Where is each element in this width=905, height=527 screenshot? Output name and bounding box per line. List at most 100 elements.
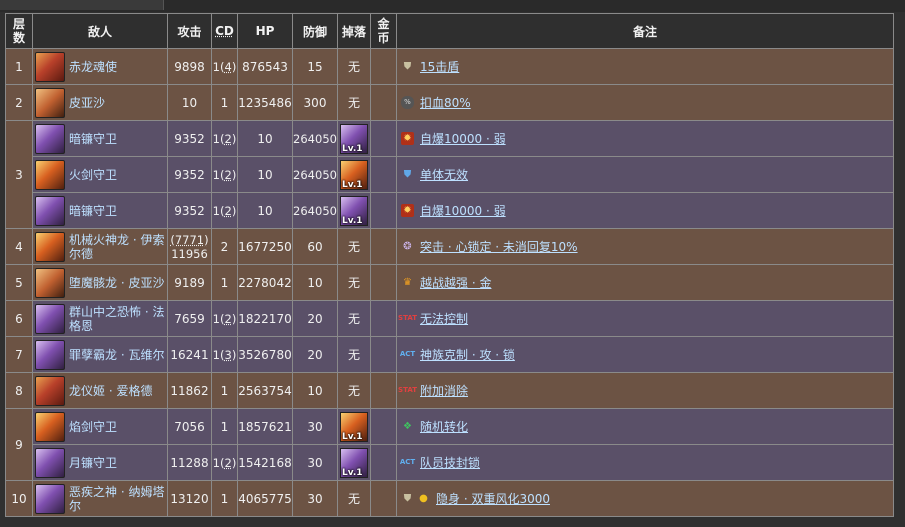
drop-cell[interactable]: Lv.1 [337,156,371,193]
enemy-portrait[interactable] [35,123,65,154]
enemy-portrait[interactable] [35,411,65,442]
enemy-cell[interactable]: 月镰守卫 [32,444,168,481]
drop-card-icon[interactable]: Lv.1 [340,123,368,154]
drop-card-icon[interactable]: Lv.1 [340,195,368,226]
floor-cell: 8 [5,372,33,409]
table-row: 1 赤龙魂使 9898 1(4) 876543 15 无 ⛊ 15击盾 [5,48,894,85]
note-cell: ⛊ 单体无效 [396,156,894,193]
random-icon: ❖ [403,421,412,432]
note-cell: ✹ 自爆10000 · 弱 [396,120,894,157]
shield-icon: ⛊ [403,493,412,504]
top-tab[interactable] [0,0,164,10]
note-link[interactable]: 突击 · 心锁定 · 未消回复10% [420,238,578,255]
gold-orb-icon: ● [419,493,428,504]
note-cell: ⛊ ● 隐身 · 双重风化3000 [396,480,894,517]
drop-cell[interactable]: Lv.1 [337,192,371,229]
hp-cell: 1677250 [237,228,293,265]
table-row: 2 皮亚沙 10 1 1235486 300 无 % 扣血80% [5,84,894,121]
enemy-cell[interactable]: 群山中之恐怖 · 法格恩 [32,300,168,337]
top-tab-strip [0,0,905,12]
header-hp: HP [237,13,293,49]
enemy-name-link[interactable]: 月镰守卫 [69,456,117,470]
hp-cell: 2563754 [237,372,293,409]
hp-cell: 10 [237,120,293,157]
enemy-name-link[interactable]: 龙仪姬 · 爱格德 [69,384,152,398]
drop-cell: 无 [337,84,371,121]
floor-cell: 6 [5,300,33,337]
enemy-name-link[interactable]: 焰剑守卫 [69,420,117,434]
enemy-cell[interactable]: 龙仪姬 · 爱格德 [32,372,168,409]
enemy-name-link[interactable]: 机械火神龙 · 伊索尔德 [69,233,167,261]
drop-card-icon[interactable]: Lv.1 [340,159,368,190]
note-link[interactable]: 扣血80% [420,94,471,111]
enemy-name-link[interactable]: 火剑守卫 [69,168,117,182]
attack-cell: 13120 [167,480,212,517]
drop-cell[interactable]: Lv.1 [337,444,371,481]
hp-cell: 1857621 [237,408,293,445]
enemy-cell[interactable]: 赤龙魂使 [32,48,168,85]
enemy-cell[interactable]: 暗镰守卫 [32,192,168,229]
enemy-name-link[interactable]: 罪孽霸龙 · 瓦维尔 [69,348,164,362]
gold-cell [370,84,397,121]
enemy-name-link[interactable]: 群山中之恐怖 · 法格恩 [69,305,167,333]
note-link[interactable]: 自爆10000 · 弱 [420,130,506,147]
drop-card-icon[interactable]: Lv.1 [340,447,368,478]
note-link[interactable]: 附加消除 [420,382,468,399]
note-link[interactable]: 队员技封锁 [420,454,480,471]
enemy-name-link[interactable]: 皮亚沙 [69,96,105,110]
note-link[interactable]: 随机转化 [420,418,468,435]
enemy-cell[interactable]: 皮亚沙 [32,84,168,121]
bomb-icon: ✹ [401,204,414,217]
enemy-cell[interactable]: 罪孽霸龙 · 瓦维尔 [32,336,168,373]
enemy-cell[interactable]: 机械火神龙 · 伊索尔德 [32,228,168,265]
enemy-cell[interactable]: 焰剑守卫 [32,408,168,445]
note-link[interactable]: 无法控制 [420,310,468,327]
defense-cell: 264050 [292,192,338,229]
attack-cell: 7056 [167,408,212,445]
enemy-portrait[interactable] [35,483,65,514]
note-link[interactable]: 越战越强 · 金 [420,274,491,291]
note-cell: STAT 无法控制 [396,300,894,337]
enemy-cell[interactable]: 堕魔骸龙 · 皮亚沙 [32,264,168,301]
defense-cell: 30 [292,480,338,517]
enemy-cell[interactable]: 暗镰守卫 [32,120,168,157]
drop-cell[interactable]: Lv.1 [337,408,371,445]
floor-cell: 3 [5,120,33,229]
note-link[interactable]: 神族克制 · 攻 · 锁 [420,346,515,363]
enemy-portrait[interactable] [35,231,65,262]
note-link[interactable]: 单体无效 [420,166,468,183]
enemy-name-link[interactable]: 堕魔骸龙 · 皮亚沙 [69,276,164,290]
cd-cell: 1 [211,480,238,517]
stat-icon: STAT [398,386,417,394]
enemy-cell[interactable]: 火剑守卫 [32,156,168,193]
enemy-portrait[interactable] [35,159,65,190]
enemy-name-link[interactable]: 恶疾之神 · 纳姆塔尔 [69,485,167,513]
enemy-name-link[interactable]: 赤龙魂使 [69,60,117,74]
gold-cell [370,480,397,517]
cd-cell: 1 [211,408,238,445]
enemy-portrait[interactable] [35,195,65,226]
gold-cell [370,300,397,337]
drop-card-icon[interactable]: Lv.1 [340,411,368,442]
enemy-portrait[interactable] [35,447,65,478]
hp-cell: 3526780 [237,336,293,373]
cd-cell: 1(4) [211,48,238,85]
enemy-portrait[interactable] [35,375,65,406]
enemy-name-link[interactable]: 暗镰守卫 [69,132,117,146]
enemy-portrait[interactable] [35,303,65,334]
attack-cell: (7771) 11956 [167,228,212,265]
note-link[interactable]: 15击盾 [420,58,459,75]
defense-cell: 10 [292,264,338,301]
attack-cell: 9898 [167,48,212,85]
note-link[interactable]: 隐身 · 双重风化3000 [436,490,550,507]
enemy-name-link[interactable]: 暗镰守卫 [69,204,117,218]
defense-cell: 300 [292,84,338,121]
enemy-portrait[interactable] [35,87,65,118]
shield-icon: ⛊ [403,169,412,180]
enemy-cell[interactable]: 恶疾之神 · 纳姆塔尔 [32,480,168,517]
enemy-portrait[interactable] [35,51,65,82]
enemy-portrait[interactable] [35,267,65,298]
enemy-portrait[interactable] [35,339,65,370]
note-link[interactable]: 自爆10000 · 弱 [420,202,506,219]
drop-cell[interactable]: Lv.1 [337,120,371,157]
